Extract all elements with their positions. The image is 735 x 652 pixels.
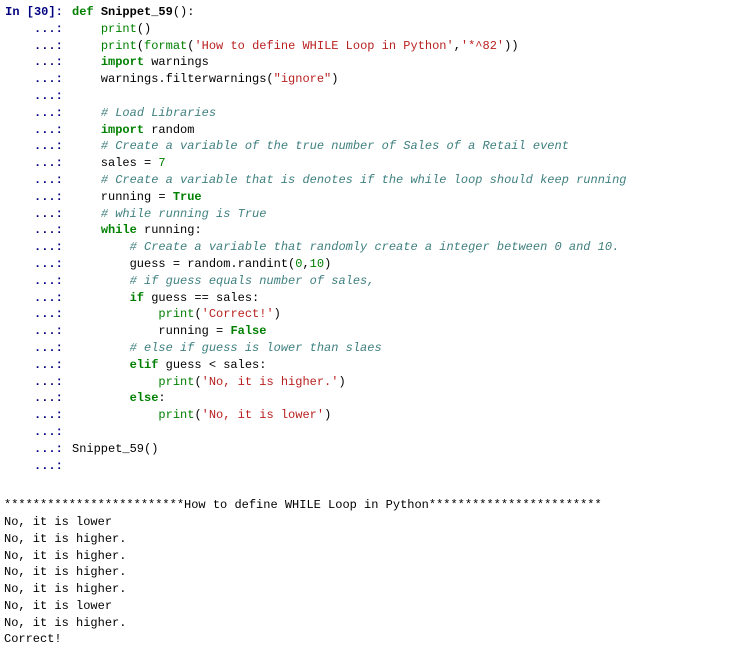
prompt-continuation: ...: [12,190,70,204]
prompt-number: 30 [34,5,48,19]
prompt-continuation: ...: [12,39,70,53]
prompt-continuation: ...: [12,22,70,36]
prompt-continuation: ...: [12,257,70,271]
prompt-continuation: ...: [12,123,70,137]
prompt-continuation: ...: [12,324,70,338]
prompt-continuation: ...: [12,391,70,405]
code-cell: In [30]: ...: ...: ...: ...: ...: ...: .… [4,4,731,474]
prompt-continuation: ...: [12,459,70,473]
prompt-continuation: ...: [12,358,70,372]
prompt-continuation: ...: [12,274,70,288]
prompt-column: In [30]: ...: ...: ...: ...: ...: ...: .… [4,4,72,474]
prompt-continuation: ...: [12,106,70,120]
prompt-continuation: ...: [12,139,70,153]
prompt-continuation: ...: [12,307,70,321]
prompt-continuation: ...: [12,240,70,254]
prompt-continuation: ...: [12,55,70,69]
prompt-continuation: ...: [12,173,70,187]
prompt-continuation: ...: [12,207,70,221]
prompt-close: ]: [48,5,70,19]
prompt-continuation: ...: [12,442,70,456]
prompt-continuation: ...: [12,425,70,439]
prompt-continuation: ...: [12,223,70,237]
prompt-continuation: ...: [12,375,70,389]
prompt-continuation: ...: [12,72,70,86]
code-column: def Snippet_59(): print() print(format('… [72,4,731,458]
prompt-continuation: ...: [12,408,70,422]
prompt-in-label: In [ [5,5,34,19]
prompt-continuation: ...: [12,291,70,305]
output-area: *************************How to define W… [4,480,731,648]
prompt-continuation: ...: [12,89,70,103]
prompt-continuation: ...: [12,156,70,170]
prompt-continuation: ...: [12,341,70,355]
